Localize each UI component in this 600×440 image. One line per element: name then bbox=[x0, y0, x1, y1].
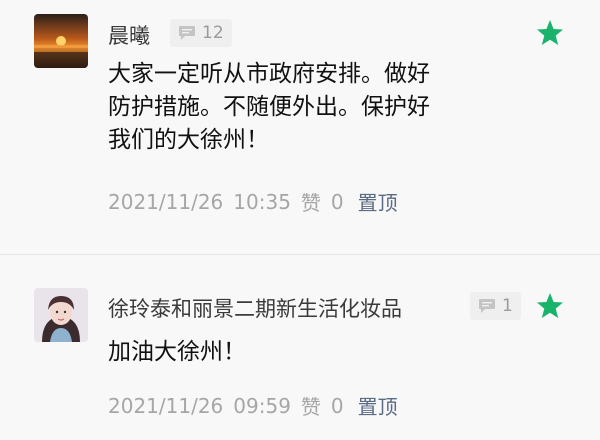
avatar[interactable] bbox=[34, 288, 88, 342]
like-count: 0 bbox=[330, 393, 344, 418]
comment-line: 加油大徐州！ bbox=[108, 339, 246, 365]
comment-meta: 2021/11/26 09:59 赞 0 置顶 bbox=[108, 391, 398, 420]
star-icon[interactable] bbox=[535, 291, 565, 321]
comment-time: 09:59 bbox=[233, 393, 291, 418]
avatar[interactable] bbox=[34, 14, 88, 68]
comment-bubble-icon bbox=[179, 26, 195, 40]
reply-count: 12 bbox=[202, 23, 224, 43]
author-name[interactable]: 徐玲泰和丽景二期新生活化妆品 bbox=[108, 293, 402, 323]
author-name[interactable]: 晨曦 bbox=[108, 20, 150, 50]
comment-date: 2021/11/26 bbox=[108, 189, 224, 214]
reply-count-button[interactable]: 1 bbox=[470, 292, 521, 320]
comment-line: 我们的大徐州！ bbox=[108, 127, 269, 153]
divider bbox=[0, 254, 600, 255]
like-count: 0 bbox=[330, 189, 344, 214]
reply-count: 1 bbox=[502, 296, 513, 316]
comment-bubble-icon bbox=[479, 299, 495, 313]
comment-line: 防护措施。不随便外出。保护好 bbox=[108, 94, 430, 120]
comment-meta: 2021/11/26 10:35 赞 0 置顶 bbox=[108, 187, 398, 216]
star-icon[interactable] bbox=[535, 18, 565, 48]
reply-count-button[interactable]: 12 bbox=[170, 19, 232, 47]
pin-button[interactable]: 置顶 bbox=[358, 391, 398, 420]
pin-button[interactable]: 置顶 bbox=[358, 187, 398, 216]
comment-date: 2021/11/26 bbox=[108, 393, 224, 418]
like-label[interactable]: 赞 bbox=[301, 391, 321, 420]
like-label[interactable]: 赞 bbox=[301, 187, 321, 216]
comment-line: 大家一定听从市政府安排。做好 bbox=[108, 61, 430, 87]
comment-time: 10:35 bbox=[233, 189, 291, 214]
